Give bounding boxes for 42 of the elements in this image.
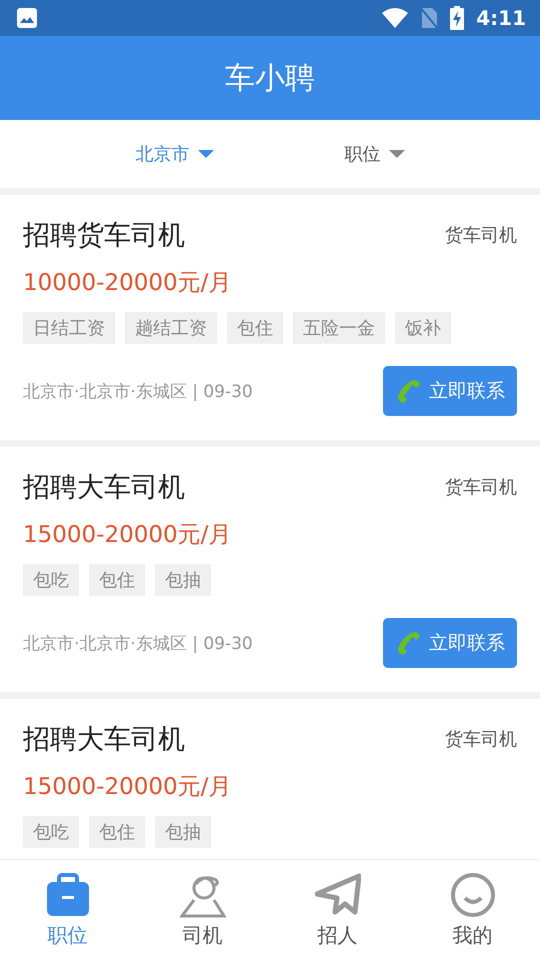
tab-item[interactable]: 我的: [422, 870, 522, 950]
job-title: 招聘大车司机: [23, 723, 185, 757]
benefit-tag: 饭补: [395, 312, 451, 344]
benefit-tag: 包抽: [155, 816, 211, 848]
filter-dropdown[interactable]: 职位: [340, 138, 408, 170]
salary: 15000-20000元/月: [23, 773, 232, 802]
benefit-tag: 五险一金: [293, 312, 385, 344]
image-icon: [16, 7, 38, 29]
benefit-tag: 包吃: [23, 564, 79, 596]
benefit-tag: 趟结工资: [125, 312, 217, 344]
location-date: 北京市·北京市·东城区 | 09-30: [23, 380, 253, 402]
caret-icon: [198, 150, 214, 158]
job-title: 招聘大车司机: [23, 471, 185, 505]
job-category: 货车司机: [445, 224, 517, 247]
job-category: 货车司机: [445, 476, 517, 499]
paper-plane-icon: [314, 872, 360, 918]
phone-icon: [395, 378, 421, 404]
benefit-tag: 包住: [89, 816, 145, 848]
wifi-icon: [382, 8, 408, 28]
benefit-tag: 包住: [89, 564, 145, 596]
job-card[interactable]: 招聘货车司机 货车司机 10000-20000元/月 日结工资 趟结工资 包住 五险一金 饭补 北京市·北京市·东城区 | 09-30 立即联系: [0, 195, 540, 440]
briefcase-icon: [44, 872, 90, 918]
job-category: 货车司机: [445, 728, 517, 751]
location-date: 北京市·北京市·东城区 | 09-30: [23, 632, 253, 654]
benefit-tag: 包吃: [23, 816, 79, 848]
caret-icon: [388, 150, 404, 158]
salary: 10000-20000元/月: [23, 269, 232, 298]
clock-time: 4:11: [476, 6, 526, 30]
smiley-icon: [450, 872, 496, 918]
salary: 15000-20000元/月: [23, 521, 232, 550]
phone-icon: [395, 630, 421, 656]
job-card[interactable]: 招聘大车司机 货车司机 15000-20000元/月 包吃 包住 包抽 北京市·北京市·东城区 | 09-30 立即联系: [0, 447, 540, 692]
tab-item[interactable]: 招人: [288, 870, 388, 950]
app-title: 车小聘: [225, 60, 315, 98]
battery-charging-icon: [450, 6, 464, 30]
no-sim-icon: [420, 7, 438, 29]
benefit-tag: 包住: [227, 312, 283, 344]
job-card[interactable]: 招聘大车司机 货车司机 15000-20000元/月 包吃 包住 包抽: [0, 699, 540, 859]
benefit-tag: 日结工资: [23, 312, 115, 344]
tab-item[interactable]: 司机: [152, 870, 252, 950]
benefit-tag: 包抽: [155, 564, 211, 596]
job-title: 招聘货车司机: [23, 219, 185, 253]
